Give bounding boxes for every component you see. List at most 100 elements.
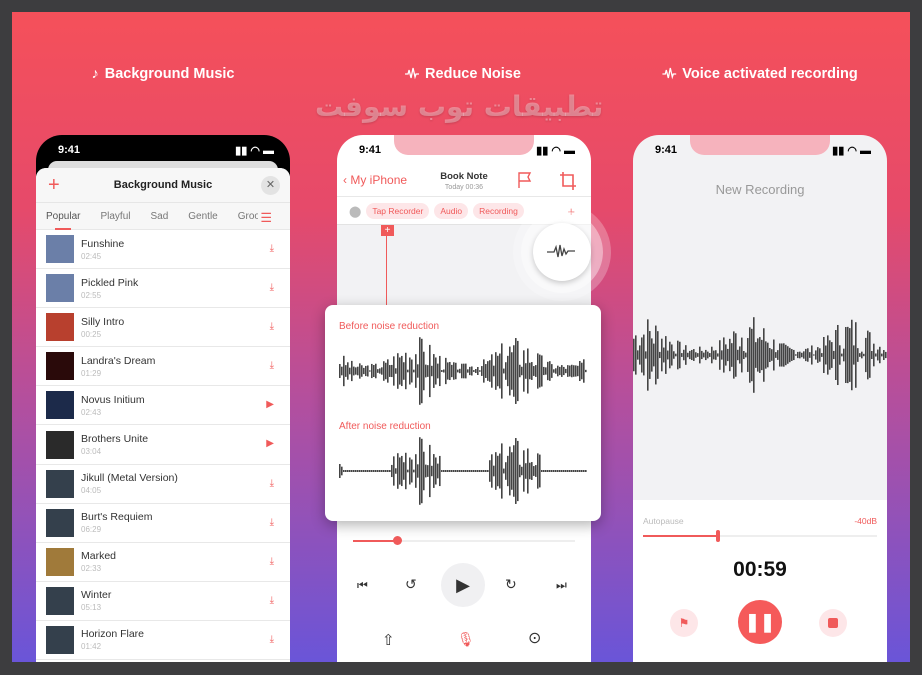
- waveform-bar: [441, 370, 443, 372]
- waveform-bar: [575, 470, 577, 472]
- track-name: Silly Intro: [81, 315, 125, 328]
- waveform-bar: [487, 470, 489, 472]
- track-duration: 02:33: [81, 564, 102, 574]
- waveform-bar: [431, 465, 433, 477]
- waveform-bar: [653, 343, 655, 367]
- waveform-bar: [429, 444, 431, 498]
- waveform-bar: [679, 341, 681, 369]
- waveform-bar: [397, 453, 399, 489]
- progress-track[interactable]: [353, 536, 575, 545]
- track-row[interactable]: Winter 05:13 ⤓: [36, 582, 290, 621]
- download-icon[interactable]: ⤓: [270, 595, 274, 606]
- track-row[interactable]: Burt's Requiem 06:29 ⤓: [36, 504, 290, 543]
- share-icon[interactable]: ⇧: [382, 631, 395, 649]
- flag-button[interactable]: ⚑: [670, 609, 698, 637]
- waveform-bar: [885, 351, 887, 359]
- waveform-bar: [479, 370, 481, 372]
- tab-sad[interactable]: Sad: [150, 211, 168, 222]
- tag[interactable]: Audio: [434, 203, 469, 219]
- pause-button[interactable]: ❚❚: [738, 600, 782, 644]
- recorder-panel: Autopause -40dB 00:59 ⚑ ❚❚: [633, 500, 887, 662]
- track-row[interactable]: Landra's Dream 01:29 ⤓: [36, 347, 290, 387]
- download-icon[interactable]: ⤓: [270, 282, 274, 293]
- waveform-bar: [349, 470, 351, 472]
- playhead[interactable]: [386, 225, 387, 305]
- download-icon[interactable]: ⤓: [270, 634, 274, 645]
- track-duration: 00:25: [81, 329, 102, 339]
- download-icon[interactable]: ⤓: [270, 478, 274, 489]
- crop-icon[interactable]: [559, 171, 577, 191]
- forward-5-icon[interactable]: ↻: [505, 576, 517, 593]
- waveform-bar: [751, 328, 753, 382]
- waveform-bar: [519, 364, 521, 378]
- transcribe-icon[interactable]: 🎙: [457, 631, 475, 648]
- waveform-bar: [391, 364, 393, 378]
- tag-icon: ⬤: [349, 205, 362, 218]
- track-row[interactable]: Funshine 02:45 ⤓: [36, 230, 290, 270]
- tab-popular[interactable]: Popular: [46, 211, 80, 230]
- download-icon[interactable]: ⤓: [270, 360, 274, 371]
- track-row[interactable]: Marked 02:33 ⤓: [36, 543, 290, 582]
- track-row[interactable]: Brothers Unite 03:04 ▶: [36, 425, 290, 465]
- waveform-bar: [543, 470, 545, 472]
- play-icon[interactable]: ▶: [266, 399, 274, 410]
- waveform-bar: [457, 470, 459, 472]
- waveform-bar: [873, 343, 875, 367]
- download-icon[interactable]: ⤓: [270, 556, 274, 567]
- rewind-5-icon[interactable]: ↺: [405, 576, 417, 593]
- tab-playful[interactable]: Playful: [100, 211, 130, 222]
- waveform-bar: [827, 335, 829, 375]
- track-row[interactable]: Novus Initium 02:43 ▶: [36, 386, 290, 426]
- waveform-bar: [787, 346, 789, 364]
- music-sheet: + Background Music ✕ Popular Playful Sad Ge…: [36, 168, 290, 662]
- waveform-bar: [507, 455, 509, 487]
- tab-gentle[interactable]: Gentle: [188, 211, 217, 222]
- track-duration: 02:45: [81, 251, 102, 261]
- track-row[interactable]: Pickled Pink 02:55 ⤓: [36, 269, 290, 309]
- waveform-bar: [825, 345, 827, 365]
- waveform-bar: [551, 470, 553, 472]
- waveform-bar: [717, 353, 719, 357]
- waveform-bar: [857, 348, 859, 362]
- waveform-bar: [549, 470, 551, 472]
- waveform-bar: [809, 352, 811, 358]
- close-button[interactable]: ✕: [261, 176, 280, 195]
- album-art: [46, 352, 74, 381]
- slider-handle[interactable]: [715, 530, 720, 542]
- track-duration: 03:04: [81, 447, 102, 457]
- waveform-bar: [441, 470, 443, 472]
- more-icon[interactable]: ⊙: [528, 628, 541, 648]
- waveform-bar: [529, 462, 531, 480]
- noise-reduction-button[interactable]: [521, 211, 603, 293]
- tag[interactable]: Tap Recorder: [366, 203, 430, 219]
- flag-icon[interactable]: [517, 171, 533, 189]
- play-button[interactable]: ▶: [441, 563, 485, 607]
- skip-start-icon[interactable]: ⏮: [357, 578, 368, 593]
- waveform-bar: [505, 362, 507, 380]
- track-row[interactable]: Jikull (Metal Version) 04:05 ⤓: [36, 465, 290, 504]
- download-icon[interactable]: ⤓: [270, 517, 274, 528]
- add-marker-button[interactable]: +: [381, 225, 394, 236]
- waveform-bar: [521, 466, 523, 476]
- album-art: [46, 235, 74, 264]
- live-waveform: [633, 317, 887, 393]
- download-icon[interactable]: ⤓: [270, 321, 274, 332]
- waveform-bar: [769, 347, 771, 363]
- menu-icon[interactable]: ☰: [258, 210, 272, 226]
- signal-wifi-battery-icon: ▮▮ ◠ ▬: [832, 145, 871, 157]
- tag[interactable]: Recording: [473, 203, 524, 219]
- waveform-bar: [485, 364, 487, 378]
- waveform-bar: [353, 470, 355, 472]
- waveform-bar: [727, 348, 729, 362]
- download-icon[interactable]: ⤓: [270, 243, 274, 254]
- track-row[interactable]: Silly Intro 00:25 ⤓: [36, 308, 290, 348]
- stop-button[interactable]: [819, 609, 847, 637]
- waveform-bar: [803, 351, 805, 359]
- track-row[interactable]: Horizon Flare 01:42 ⤓: [36, 621, 290, 661]
- waveform-bar: [527, 448, 529, 494]
- play-icon[interactable]: ▶: [266, 438, 274, 449]
- autopause-slider[interactable]: [643, 530, 877, 542]
- progress-knob[interactable]: [393, 536, 403, 545]
- skip-end-icon[interactable]: ⏭: [556, 578, 567, 593]
- waveform-bar: [567, 365, 569, 377]
